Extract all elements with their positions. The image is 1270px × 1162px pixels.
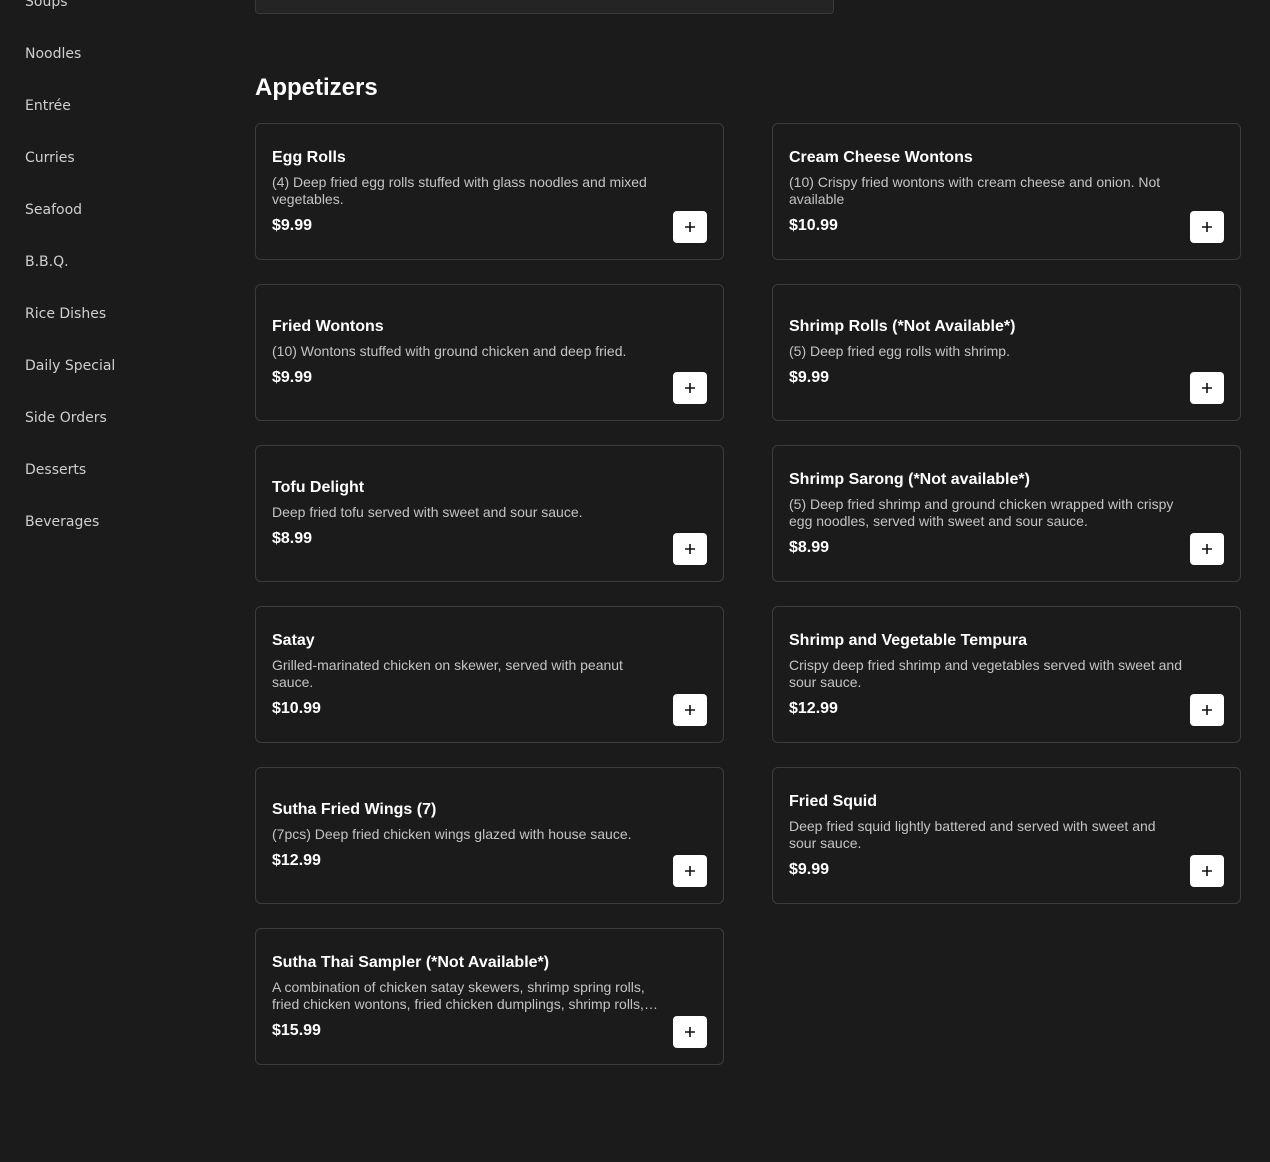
menu-item-description: Grilled-marinated chicken on skewer, ser… — [272, 656, 623, 690]
menu-item-name: Sutha Fried Wings (7) — [272, 801, 437, 818]
menu-item-description: (10) Crispy fried wontons with cream che… — [789, 173, 1161, 207]
menu-item-price: $12.99 — [789, 699, 838, 717]
menu-item-grid: Egg Rolls (4) Deep fried egg rolls stuff… — [255, 123, 1241, 1065]
menu-item-price: $9.99 — [789, 369, 830, 386]
add-item-button[interactable] — [1190, 855, 1224, 887]
sidebar-item-bbq[interactable]: B.B.Q. — [0, 236, 230, 288]
menu-item-description: Deep fried squid lightly battered and se… — [789, 817, 1156, 851]
menu-item-name: Egg Rolls — [272, 148, 346, 166]
menu-item-price: $9.99 — [272, 216, 313, 234]
plus-icon — [1202, 383, 1212, 393]
plus-icon — [685, 705, 695, 715]
menu-item-description: A combination of chicken satay skewers, … — [272, 978, 645, 1012]
plus-icon — [685, 1027, 695, 1037]
add-item-button[interactable] — [673, 533, 707, 565]
menu-item-name: Shrimp and Vegetable Tempura — [789, 631, 1027, 649]
add-item-button[interactable] — [1190, 533, 1224, 565]
menu-item-name: Cream Cheese Wontons — [789, 148, 973, 166]
plus-icon — [685, 383, 695, 393]
sidebar-item-beverages[interactable]: Beverages — [0, 496, 230, 548]
menu-item-card[interactable]: Sutha Thai Sampler (*Not Available*) A c… — [255, 928, 724, 1065]
add-item-button[interactable] — [1190, 372, 1224, 404]
menu-item-description: (4) Deep fried egg rolls stuffed with gl… — [272, 173, 647, 207]
plus-icon — [685, 866, 695, 876]
menu-item-name: Shrimp Rolls (*Not Available*) — [789, 318, 1016, 335]
menu-item-price: $9.99 — [272, 369, 313, 386]
plus-icon — [1202, 705, 1212, 715]
sidebar-item-daily-special[interactable]: Daily Special — [0, 340, 230, 392]
plus-icon — [1202, 544, 1212, 554]
menu-item-price: $15.99 — [272, 1021, 321, 1039]
menu-item-name: Fried Wontons — [272, 318, 384, 335]
menu-item-card[interactable]: Shrimp and Vegetable Tempura Crispy deep… — [772, 606, 1241, 743]
menu-item-description: (7pcs) Deep fried chicken wings glazed w… — [272, 826, 632, 842]
sidebar-item-soups[interactable]: Soups — [0, 0, 230, 28]
sidebar-item-noodles[interactable]: Noodles — [0, 28, 230, 80]
add-item-button[interactable] — [673, 372, 707, 404]
sidebar-item-rice-dishes[interactable]: Rice Dishes — [0, 288, 230, 340]
menu-item-price: $12.99 — [272, 852, 321, 869]
sidebar-item-curries[interactable]: Curries — [0, 132, 230, 184]
menu-item-description: (10) Wontons stuffed with ground chicken… — [272, 343, 627, 359]
add-item-button[interactable] — [1190, 211, 1224, 243]
plus-icon — [1202, 222, 1212, 232]
sidebar-item-seafood[interactable]: Seafood — [0, 184, 230, 236]
category-sidebar: Soups Noodles Entrée Curries Seafood B.B… — [0, 0, 230, 548]
section-title: Appetizers — [255, 74, 378, 101]
menu-item-description: Deep fried tofu served with sweet and so… — [272, 504, 583, 520]
menu-item-card[interactable]: Fried Wontons (10) Wontons stuffed with … — [255, 284, 724, 421]
menu-item-description: Crispy deep fried shrimp and vegetables … — [789, 656, 1182, 690]
menu-item-description: (5) Deep fried shrimp and ground chicken… — [789, 495, 1174, 529]
menu-item-card[interactable]: Satay Grilled-marinated chicken on skewe… — [255, 606, 724, 743]
previous-section-box — [255, 0, 834, 14]
menu-item-description: (5) Deep fried egg rolls with shrimp. — [789, 343, 1010, 359]
menu-item-card[interactable]: Cream Cheese Wontons (10) Crispy fried w… — [772, 123, 1241, 260]
plus-icon — [685, 544, 695, 554]
menu-item-name: Tofu Delight — [272, 479, 365, 496]
add-item-button[interactable] — [673, 855, 707, 887]
menu-item-price: $8.99 — [789, 538, 830, 556]
menu-item-name: Satay — [272, 631, 315, 649]
menu-item-card[interactable]: Tofu Delight Deep fried tofu served with… — [255, 445, 724, 582]
menu-item-price: $9.99 — [789, 860, 830, 878]
plus-icon — [685, 222, 695, 232]
menu-item-name: Sutha Thai Sampler (*Not Available*) — [272, 953, 550, 971]
sidebar-item-entree[interactable]: Entrée — [0, 80, 230, 132]
add-item-button[interactable] — [673, 694, 707, 726]
menu-item-card[interactable]: Shrimp Rolls (*Not Available*) (5) Deep … — [772, 284, 1241, 421]
menu-item-price: $10.99 — [272, 699, 321, 717]
menu-item-card[interactable]: Egg Rolls (4) Deep fried egg rolls stuff… — [255, 123, 724, 260]
add-item-button[interactable] — [673, 211, 707, 243]
add-item-button[interactable] — [1190, 694, 1224, 726]
menu-page: Soups Noodles Entrée Curries Seafood B.B… — [0, 0, 1270, 1162]
menu-item-name: Shrimp Sarong (*Not available*) — [789, 470, 1030, 488]
menu-item-card[interactable]: Sutha Fried Wings (7) (7pcs) Deep fried … — [255, 767, 724, 904]
plus-icon — [1202, 866, 1212, 876]
menu-item-name: Fried Squid — [789, 792, 877, 810]
menu-item-price: $8.99 — [272, 530, 313, 547]
menu-item-card[interactable]: Shrimp Sarong (*Not available*) (5) Deep… — [772, 445, 1241, 582]
menu-item-price: $10.99 — [789, 216, 838, 234]
sidebar-item-desserts[interactable]: Desserts — [0, 444, 230, 496]
sidebar-item-side-orders[interactable]: Side Orders — [0, 392, 230, 444]
add-item-button[interactable] — [673, 1016, 707, 1048]
menu-item-card[interactable]: Fried Squid Deep fried squid lightly bat… — [772, 767, 1241, 904]
